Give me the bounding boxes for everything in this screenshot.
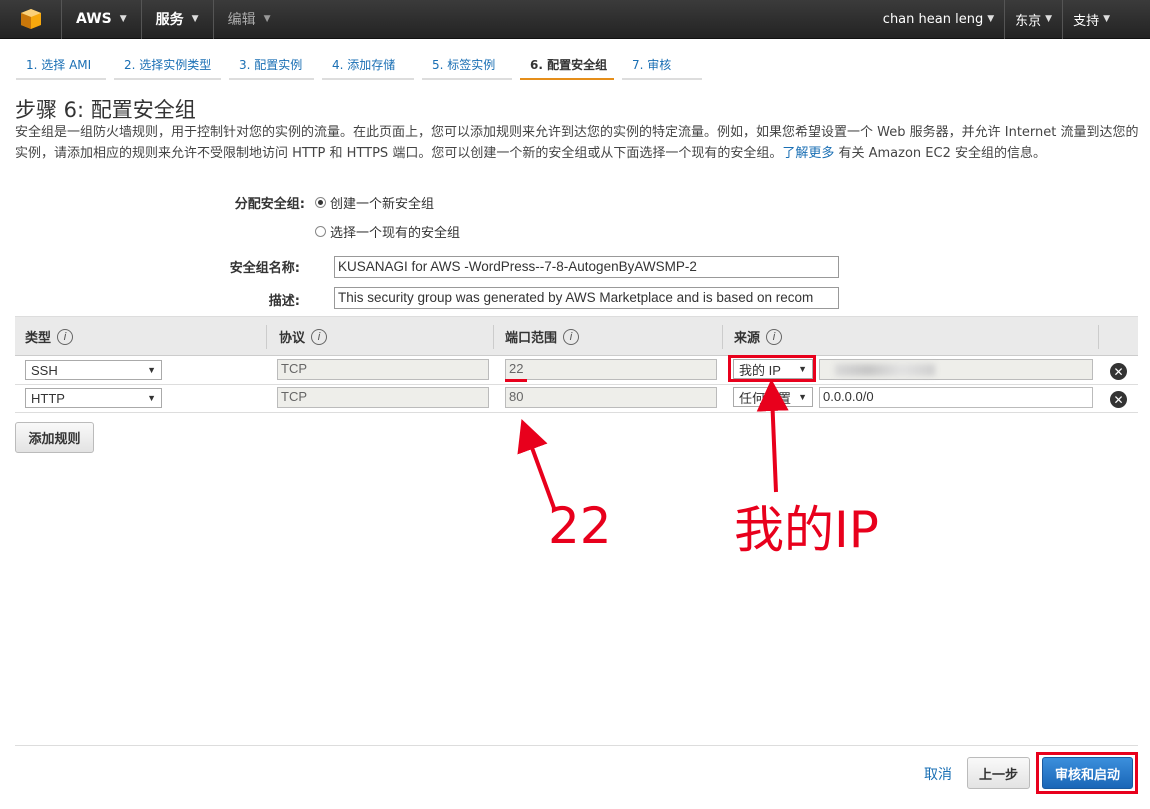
chevron-down-icon: ▼ [1103,14,1110,24]
nav-aws-menu[interactable]: AWS ▼ [62,0,142,39]
info-icon[interactable]: i [311,328,328,345]
nav-services-label: 服务 [155,12,184,28]
create-new-label: 创建一个新安全组 [330,197,435,212]
launch-highlight-box [1036,752,1138,794]
header-source: 来源 i [734,327,783,346]
radio-create-new[interactable]: 创建一个新安全组 [315,193,434,212]
rule-type-select[interactable]: HTTP ▼ [25,388,162,408]
top-nav: AWS ▼ 服务 ▼ 编辑 ▼ chan hean leng ▼ 东京 ▼ 支持… [0,0,1150,39]
chevron-down-icon: ▼ [119,14,127,24]
rules-table-header: 类型 i 协议 i 端口范围 i 来源 i [15,316,1138,356]
ip-arrow [756,379,789,493]
rule-source-value: 任何位置 [739,390,792,406]
tab-tag-instance[interactable]: 5. 标签实例 [422,52,512,80]
rule-port-range-input[interactable]: 22 [505,359,717,380]
nav-support-label: 支持 [1073,13,1100,29]
remove-rule-icon[interactable]: ✕ [1110,391,1127,408]
info-icon[interactable]: i [766,328,783,345]
info-icon[interactable]: i [563,328,580,345]
nav-region-menu[interactable]: 东京 ▼ [1004,0,1062,39]
page-description: 安全组是一组防火墙规则，用于控制针对您的实例的流量。在此页面上，您可以添加规则来… [15,122,1140,164]
nav-brand-label: AWS [76,11,112,27]
column-divider [1098,325,1099,349]
cancel-link[interactable]: 取消 [924,764,952,784]
description-tail-text: 有关 Amazon EC2 安全组的信息。 [834,146,1046,161]
assign-security-group-label: 分配安全组: [234,197,305,212]
aws-logo-icon[interactable] [0,0,62,39]
chevron-down-icon: ▼ [263,14,271,24]
previous-button[interactable]: 上一步 [967,757,1030,789]
radio-button-checked[interactable] [315,197,326,208]
tab-add-storage[interactable]: 4. 添加存储 [322,52,414,80]
learn-more-link[interactable]: 了解更多 [782,146,834,161]
nav-region-label: 东京 [1015,13,1042,29]
ip-annotation-label: 我的IP [734,501,879,559]
rule-type-value: HTTP [31,390,65,406]
radio-button[interactable] [315,226,326,237]
row-divider [15,384,1138,385]
page-title: 步骤 6: 配置安全组 [15,98,196,122]
wizard-tabs: 1. 选择 AMI 2. 选择实例类型 3. 配置实例 4. 添加存储 5. 标… [16,52,702,80]
nav-support-menu[interactable]: 支持 ▼ [1062,0,1150,39]
rule-source-select[interactable]: 任何位置 ▼ [733,387,813,407]
rule-protocol-field: TCP [277,359,489,380]
header-source-label: 来源 [734,331,761,346]
chevron-down-icon: ▼ [987,14,995,24]
rule-protocol-field: TCP [277,387,489,408]
tab-review[interactable]: 7. 审核 [622,52,702,80]
remove-rule-icon[interactable]: ✕ [1110,363,1127,380]
security-group-name-input[interactable]: KUSANAGI for AWS -WordPress--7-8-Autogen… [334,256,839,278]
source-highlight-box [728,355,816,382]
rule-type-value: SSH [31,362,58,378]
header-port-label: 端口范围 [505,331,558,346]
rule-cidr-input[interactable]: 0.0.0.0/0 [819,387,1093,408]
column-divider [266,325,267,349]
dropdown-arrow-icon: ▼ [147,393,156,403]
header-port-range: 端口范围 i [505,327,580,346]
add-rule-button[interactable]: 添加规则 [15,422,94,453]
header-protocol: 协议 i [279,327,328,346]
radio-select-existing[interactable]: 选择一个现有的安全组 [315,222,460,241]
header-type-label: 类型 [25,331,52,346]
nav-services-menu[interactable]: 服务 ▼ [142,0,214,39]
nav-user-label: chan hean leng [882,11,984,27]
rule-type-select[interactable]: SSH ▼ [25,360,162,380]
security-group-name-label: 安全组名称: [229,261,300,276]
dropdown-arrow-icon: ▼ [147,365,156,375]
description-input[interactable]: This security group was generated by AWS… [334,287,839,309]
tab-configure-instance[interactable]: 3. 配置实例 [229,52,314,80]
footer-divider [15,745,1138,746]
tab-choose-instance-type[interactable]: 2. 选择实例类型 [114,52,221,80]
chevron-down-icon: ▼ [191,14,199,24]
column-divider [493,325,494,349]
nav-edit-menu[interactable]: 编辑 ▼ [214,0,285,39]
chevron-down-icon: ▼ [1045,14,1053,24]
info-icon[interactable]: i [57,328,74,345]
row-divider [15,412,1138,413]
nav-user-menu[interactable]: chan hean leng ▼ [873,0,1004,39]
select-existing-label: 选择一个现有的安全组 [330,226,461,241]
description-label: 描述: [268,294,300,309]
blurred-ip-address [835,364,935,376]
rule-port-range-input[interactable]: 80 [505,387,717,408]
column-divider [722,325,723,349]
tab-choose-ami[interactable]: 1. 选择 AMI [16,52,106,80]
dropdown-arrow-icon: ▼ [798,392,807,402]
header-type: 类型 i [25,327,74,346]
port-annotation-label: 22 [548,497,612,555]
header-protocol-label: 协议 [279,331,306,346]
port-underline-annotation [505,379,527,382]
nav-edit-label: 编辑 [227,12,256,28]
tab-configure-security-group[interactable]: 6. 配置安全组 [520,52,614,80]
